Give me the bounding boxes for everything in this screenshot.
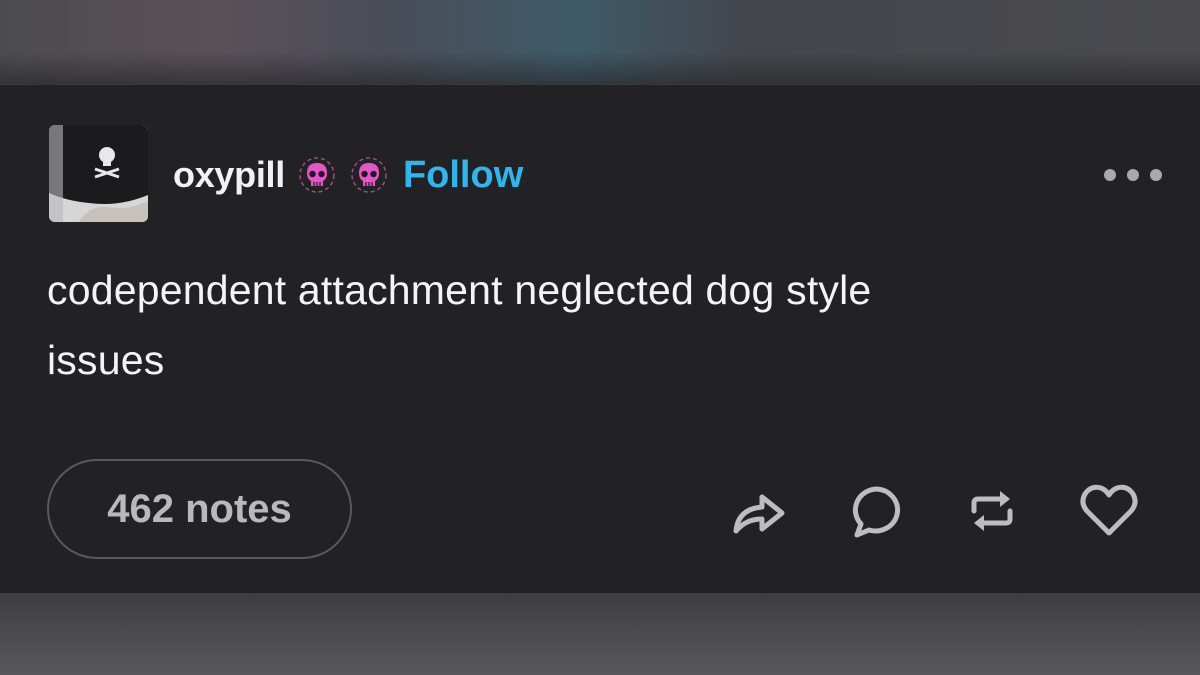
follow-button[interactable]: Follow bbox=[403, 154, 523, 197]
like-icon[interactable] bbox=[1078, 481, 1140, 541]
more-options-icon[interactable] bbox=[1104, 165, 1162, 185]
avatar[interactable] bbox=[49, 125, 148, 222]
screenshot-frame: oxypill Follow codependent attachment ne… bbox=[0, 0, 1200, 675]
post-body: codependent attachment neglected dog sty… bbox=[47, 255, 1127, 395]
post-card: oxypill Follow codependent attachment ne… bbox=[0, 84, 1200, 593]
more-dot bbox=[1150, 169, 1162, 181]
more-dot bbox=[1104, 169, 1116, 181]
blurred-background-top bbox=[0, 0, 1200, 92]
share-icon[interactable] bbox=[727, 481, 789, 541]
post-body-line: codependent attachment neglected dog sty… bbox=[47, 267, 872, 313]
skull-badge-icon bbox=[297, 155, 337, 195]
notes-count-button[interactable]: 462 notes bbox=[47, 459, 352, 559]
post-header: oxypill Follow bbox=[173, 145, 523, 205]
more-dot bbox=[1127, 169, 1139, 181]
post-body-line: issues bbox=[47, 337, 165, 383]
reblog-icon[interactable] bbox=[961, 481, 1023, 541]
avatar-image bbox=[49, 125, 148, 222]
skull-badge-icon bbox=[349, 155, 389, 195]
blurred-background-bottom bbox=[0, 590, 1200, 675]
username[interactable]: oxypill bbox=[173, 154, 285, 196]
reply-icon[interactable] bbox=[846, 481, 908, 541]
